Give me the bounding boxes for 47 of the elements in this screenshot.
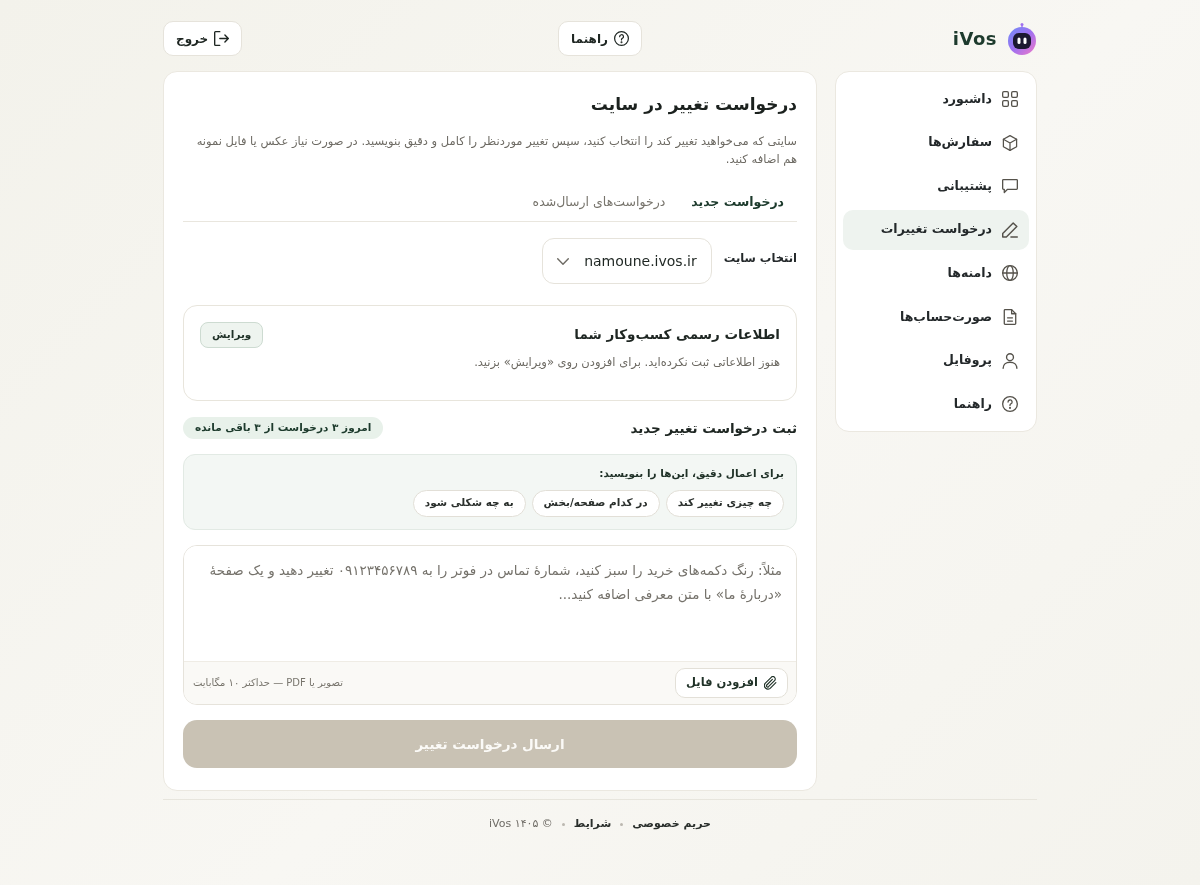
sidebar-item[interactable]: داشبورد xyxy=(843,79,1029,119)
attach-note: تصویر یا PDF — حداکثر ۱۰ مگابایت xyxy=(193,676,343,691)
sidebar-item[interactable]: سفارش‌ها xyxy=(843,122,1029,163)
copyright-text: © ۱۴۰۵ iVos xyxy=(489,815,553,832)
sidebar-item[interactable]: راهنما xyxy=(843,384,1029,425)
tab[interactable]: درخواست‌های ارسال‌شده xyxy=(519,184,679,221)
question-icon xyxy=(613,31,629,46)
card-text: هنوز اطلاعاتی ثبت نکرده‌اید. برای افزودن روی «ویرایش» بزنید. xyxy=(474,354,780,372)
hint-chip: به چه شکلی شود xyxy=(412,489,526,517)
hint-chip: چه چیزی تغییر کند xyxy=(665,489,784,517)
hint-title: برای اعمال دقیق، این‌ها را بنویسید: xyxy=(598,466,784,482)
person-icon xyxy=(1002,352,1018,369)
field-label: انتخاب سایت xyxy=(723,250,797,267)
section-title: ثبت درخواست تغییر جدید xyxy=(630,419,797,437)
edit-button[interactable]: ویرایش xyxy=(200,322,264,348)
footer-link[interactable]: حریم خصوصی xyxy=(632,815,711,833)
question-icon xyxy=(1002,396,1018,413)
help-button[interactable]: راهنما xyxy=(558,21,642,56)
pencil-icon xyxy=(1002,221,1018,238)
attach-file-button[interactable]: افزودن فایل xyxy=(675,667,788,698)
chevron-down-icon xyxy=(556,257,569,265)
separator-dot-icon xyxy=(561,822,565,826)
card-title: اطلاعات رسمی کسب‌وکار شما xyxy=(573,325,780,344)
paperclip-icon xyxy=(764,675,777,690)
sidebar-item[interactable]: صورت‌حساب‌ها xyxy=(843,296,1029,337)
robot-logo-icon xyxy=(1007,22,1037,55)
logout-button[interactable]: خروج xyxy=(163,21,243,56)
exit-arrow-icon xyxy=(214,31,230,46)
site-select[interactable]: namoune.ivos.ir xyxy=(541,238,712,284)
quota-badge: امروز ۳ درخواست از ۳ باقی مانده xyxy=(183,417,384,439)
footer-link[interactable]: شرایط xyxy=(573,815,612,833)
brand-name: iVos xyxy=(952,29,997,48)
message-input-box[interactable]: مثلاً: رنگ دکمه‌های خرید را سبز کنید، شمارهٔ تماس در فوتر را به ۰۹۱۲۳۴۵۶۷۸۹ تغییر دهید و یک صفحهٔ «دربارهٔ ما» با متن معرفی اضافه کنید... افزودن فایل تصویر یا PDF — حداکثر ۱۰ مگابایت xyxy=(183,544,797,705)
sidebar-item[interactable]: دامنه‌ها xyxy=(843,253,1029,294)
separator-dot-icon xyxy=(620,822,624,826)
sidebar-item[interactable]: پروفایل xyxy=(843,340,1029,381)
chat-bubble-icon xyxy=(1002,178,1018,195)
hint-chip: در کدام صفحه/بخش xyxy=(531,489,660,517)
sidebar-item[interactable]: درخواست تغییرات xyxy=(843,209,1029,250)
page-description: سایتی که می‌خواهید تغییر کند را انتخاب کنید، سپس تغییر موردنظر را کامل و دقیق بنویسید. در صورت نیاز عکس یا فایل نمونه هم اضافه کنید. xyxy=(195,133,797,168)
sidebar-item[interactable]: پشتیبانی xyxy=(843,166,1029,207)
document-icon xyxy=(1002,308,1018,325)
cube-icon xyxy=(1002,134,1018,151)
page-title: درخواست تغییر در سایت xyxy=(589,93,797,116)
grid-icon xyxy=(1002,91,1018,107)
tab[interactable]: درخواست جدید xyxy=(678,184,797,221)
globe-icon xyxy=(1002,265,1018,282)
